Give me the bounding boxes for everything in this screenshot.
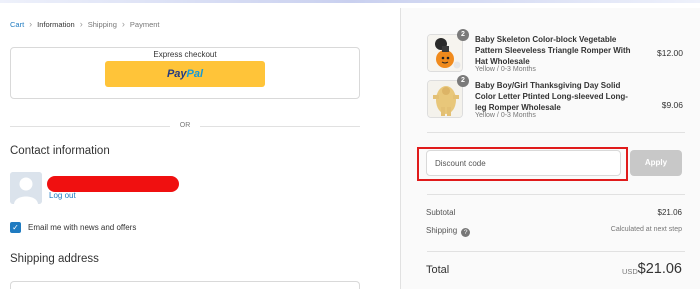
- total-label: Total: [426, 264, 450, 276]
- contact-information-title: Contact information: [10, 145, 110, 157]
- divider: [427, 194, 685, 195]
- shipping-address-title: Shipping address: [10, 253, 99, 265]
- product-variant: Yellow / 0-3 Months: [475, 66, 536, 73]
- total-amount: $21.06: [637, 261, 682, 277]
- product-variant: Yellow / 0-3 Months: [475, 112, 536, 119]
- product-thumbnail: [427, 80, 463, 118]
- total-currency: USD: [622, 267, 638, 276]
- chevron-right-icon: ›: [29, 19, 33, 29]
- quantity-badge: 2: [457, 29, 469, 41]
- product-price: $9.06: [661, 100, 683, 110]
- check-icon: ✓: [12, 223, 19, 232]
- quantity-badge: 2: [457, 75, 469, 87]
- apply-discount-button[interactable]: Apply: [630, 150, 682, 176]
- subtotal-value: $21.06: [657, 208, 682, 217]
- paypal-button[interactable]: PayPal: [105, 61, 265, 87]
- product-image-icon: [428, 81, 462, 117]
- express-checkout-title: Express checkout: [153, 50, 217, 59]
- order-item: 2 Baby Boy/Girl Thanksgiving Day Solid C…: [427, 75, 697, 120]
- product-image-icon: [428, 35, 462, 71]
- product-price: $12.00: [657, 48, 683, 58]
- user-icon: [10, 172, 42, 204]
- email-opt-in-checkbox[interactable]: ✓: [10, 222, 21, 233]
- breadcrumb: Cart › Information › Shipping › Payment: [10, 19, 160, 30]
- paypal-logo: PayPal: [166, 68, 204, 80]
- avatar: [10, 172, 42, 204]
- breadcrumb-shipping: Shipping: [87, 20, 117, 29]
- breadcrumb-information: Information: [37, 20, 75, 29]
- product-name: Baby Boy/Girl Thanksgiving Day Solid Col…: [475, 81, 628, 112]
- email-opt-in-label: Email me with news and offers: [28, 223, 137, 232]
- chevron-right-icon: ›: [79, 19, 83, 29]
- chevron-right-icon: ›: [121, 19, 125, 29]
- shipping-label: Shipping: [426, 226, 458, 235]
- divider: [427, 251, 685, 252]
- logout-link[interactable]: Log out: [49, 191, 76, 200]
- help-icon[interactable]: ?: [461, 228, 471, 237]
- product-thumbnail: [427, 34, 463, 72]
- shipping-value: Calculated at next step: [610, 226, 682, 233]
- express-checkout-box: Express checkout PayPal: [10, 47, 360, 99]
- discount-code-input[interactable]: Discount code: [426, 150, 621, 176]
- divider: [427, 132, 685, 133]
- breadcrumb-payment: Payment: [129, 20, 160, 29]
- breadcrumb-cart-link[interactable]: Cart: [10, 20, 24, 29]
- order-item: 2 Baby Skeleton Color-block Vegetable Pa…: [427, 29, 697, 74]
- redacted-email: [47, 176, 179, 192]
- shipping-label-group: Shipping?: [426, 226, 471, 237]
- or-divider: OR: [10, 121, 360, 131]
- subtotal-label: Subtotal: [426, 208, 456, 217]
- top-bar-accent: [0, 0, 700, 3]
- shipping-address-form: [10, 281, 360, 289]
- product-name: Baby Skeleton Color-block Vegetable Patt…: [475, 35, 631, 66]
- top-bar: [0, 0, 700, 8]
